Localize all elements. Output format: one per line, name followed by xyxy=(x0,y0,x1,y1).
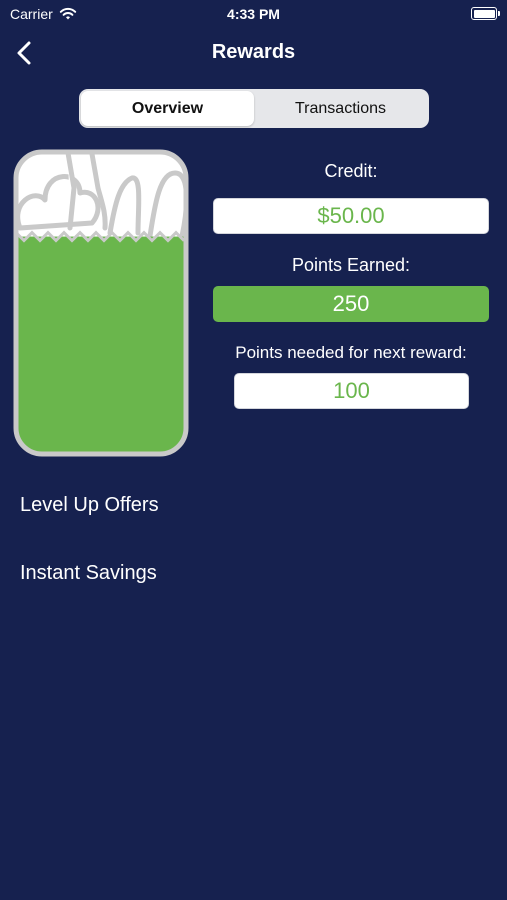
tab-overview[interactable]: Overview xyxy=(81,91,254,126)
points-needed-label: Points needed for next reward: xyxy=(235,343,467,362)
points-needed-value: 100 xyxy=(234,373,469,409)
grocery-bag-icon xyxy=(13,149,189,457)
bag-fill xyxy=(16,236,186,454)
points-earned-value: 250 xyxy=(213,286,489,322)
points-earned-label: Points Earned: xyxy=(291,255,411,275)
tab-transactions[interactable]: Transactions xyxy=(254,91,427,126)
tab-bar: Overview Transactions xyxy=(79,89,429,128)
list-item-instant-savings[interactable]: Instant Savings xyxy=(20,562,157,585)
rewards-screen: Carrier 4:33 PM Rewards Overview Transac… xyxy=(0,0,507,900)
nav-bar: Rewards xyxy=(0,30,507,74)
status-time: 4:33 PM xyxy=(227,6,280,22)
credit-value: $50.00 xyxy=(213,198,489,234)
battery-icon xyxy=(471,7,500,20)
list-item-level-up-offers[interactable]: Level Up Offers xyxy=(20,494,159,517)
credit-label: Credit: xyxy=(324,161,378,181)
status-bar: Carrier 4:33 PM xyxy=(0,0,507,28)
page-title: Rewards xyxy=(211,41,296,63)
